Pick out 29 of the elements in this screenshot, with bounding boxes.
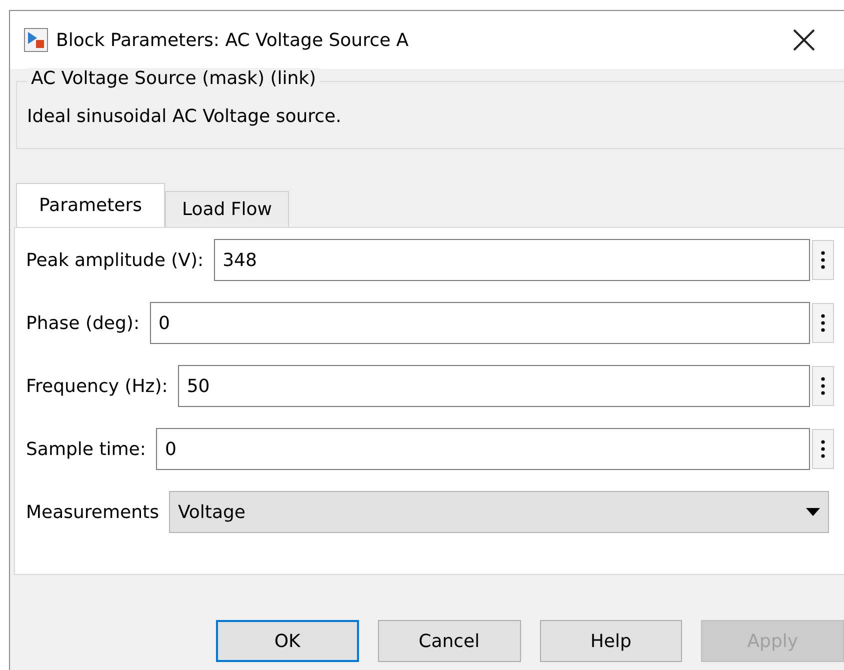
more-options-button[interactable]	[812, 303, 834, 343]
dialog-button[interactable]: Cancel	[378, 620, 520, 662]
vertical-dots-icon	[821, 377, 825, 395]
input-field[interactable]: 50	[178, 365, 810, 407]
dropdown[interactable]: Voltage	[168, 491, 829, 533]
dialog-button[interactable]: OK	[216, 620, 359, 662]
block-description: Ideal sinusoidal AC Voltage source.	[27, 106, 342, 127]
input-field[interactable]: 0	[156, 428, 810, 470]
vertical-dots-icon	[821, 440, 825, 458]
input-field[interactable]: 0	[150, 302, 810, 344]
input-field[interactable]: 348	[214, 239, 810, 281]
vertical-dots-icon	[821, 251, 825, 269]
vertical-dots-icon	[821, 314, 825, 332]
more-options-button[interactable]	[812, 366, 834, 406]
more-options-button[interactable]	[812, 240, 834, 280]
tab[interactable]: Load Flow	[165, 191, 290, 227]
window-title: Block Parameters: AC Voltage Source A	[56, 30, 410, 50]
tab[interactable]: Parameters	[16, 183, 166, 227]
group-title: AC Voltage Source (mask) (link)	[27, 68, 320, 89]
close-icon[interactable]	[792, 28, 816, 52]
parameter-label: Frequency (Hz):	[26, 376, 168, 396]
parameter-label: Peak amplitude (V):	[26, 250, 204, 270]
app-icon	[24, 28, 48, 52]
parameter-label: Measurements	[26, 502, 159, 522]
caret-icon	[806, 508, 820, 516]
parameter-label: Sample time:	[26, 438, 146, 460]
dialog-button[interactable]: Help	[540, 620, 682, 662]
parameter-label: Phase (deg):	[26, 312, 140, 334]
more-options-button[interactable]	[812, 429, 834, 469]
